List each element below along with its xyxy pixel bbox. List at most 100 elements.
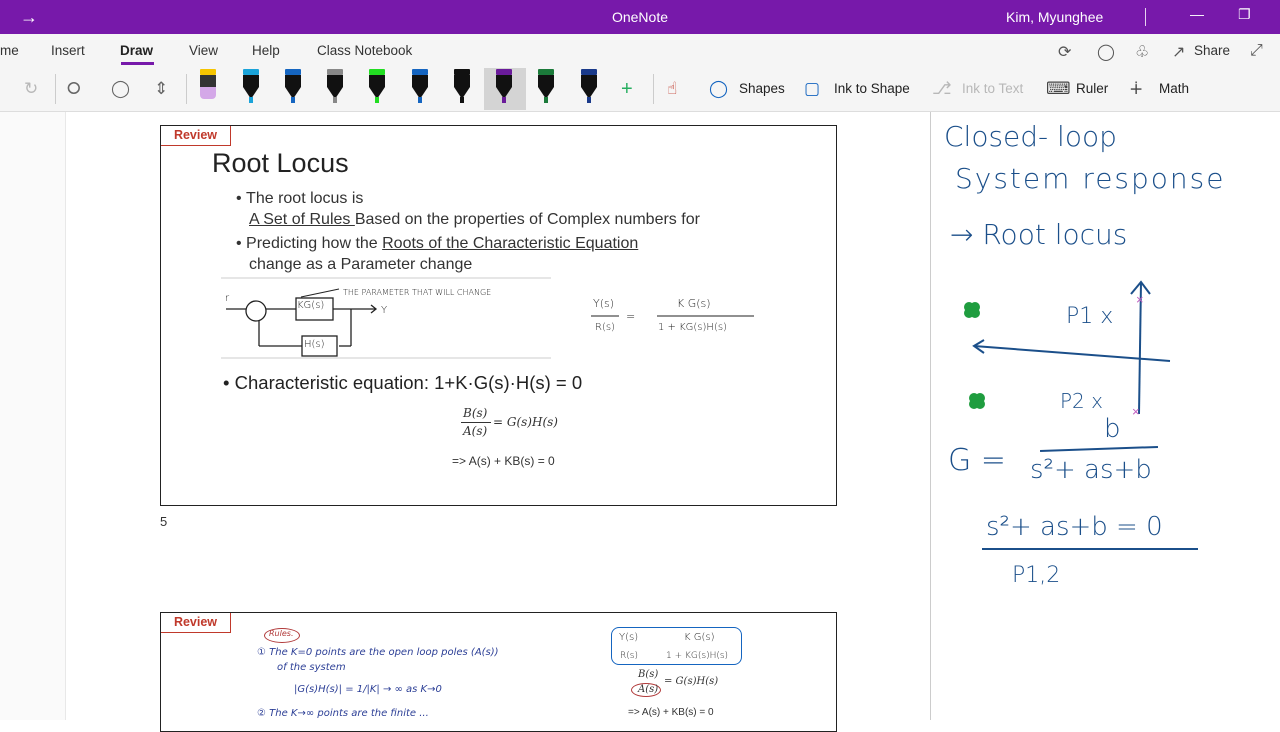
bullet-2: • Predicting how the Roots of the Charac… <box>236 235 638 253</box>
signal-r: r <box>225 293 230 304</box>
frac-rhs: = G(s)H(s) <box>493 415 558 429</box>
user-name[interactable]: Kim, Myunghee <box>1006 9 1103 25</box>
bullet-2-continuation: change as a Parameter change <box>249 256 473 273</box>
add-pen-icon[interactable]: + <box>621 78 633 101</box>
pen-blue-3-icon[interactable] <box>407 69 433 105</box>
bullet-1-rest: Based on the properties of Complex numbe… <box>354 211 700 228</box>
pole-marker-1 <box>964 302 980 318</box>
frac-denominator: A(s) <box>463 424 488 438</box>
slide-review-rules: Review Rules. ① The K=0 points are the o… <box>160 612 837 732</box>
pen-body <box>581 75 597 87</box>
tab-view[interactable]: View <box>189 43 218 58</box>
restore-icon[interactable]: ❐ <box>1238 6 1251 23</box>
arrow-equation: => A(s) + KB(s) = 0 <box>452 454 555 468</box>
tf-den-right: 1 + KG(s)H(s) <box>666 651 729 661</box>
frac-rhs: = G(s)H(s) <box>664 676 719 687</box>
ink-g-numerator: b <box>1104 414 1121 444</box>
pen-body <box>243 75 259 87</box>
toolbar-divider <box>55 74 56 104</box>
pen-body <box>327 75 343 87</box>
bullet-dot: • <box>236 190 247 207</box>
ink-poles-label: P1,2 <box>1012 563 1061 588</box>
toolbar-divider <box>186 74 187 104</box>
pen-green-icon[interactable] <box>533 69 559 105</box>
pole-marker-2 <box>969 393 985 409</box>
tf-num-right: K G(s) <box>684 632 715 643</box>
tab-class-notebook[interactable]: Class Notebook <box>317 43 412 58</box>
minimize-icon[interactable]: — <box>1190 6 1204 22</box>
titlebar-divider <box>1145 8 1146 26</box>
tf-fraction-bars <box>591 315 754 317</box>
parameter-note: THE PARAMETER THAT WILL CHANGE <box>343 288 492 297</box>
pen-body <box>285 75 301 87</box>
slide-title: Root Locus <box>212 148 349 178</box>
page-margin <box>0 112 66 720</box>
pen-nib <box>587 97 591 103</box>
pen-body <box>369 75 385 87</box>
review-tag: Review <box>161 613 231 633</box>
arrow-equation: => A(s) + KB(s) = 0 <box>628 707 714 718</box>
pen-body <box>200 75 216 87</box>
pen-black-icon[interactable] <box>449 69 475 105</box>
frac-bar <box>461 422 491 423</box>
ruler-label: Ruler <box>1076 81 1109 96</box>
highlighter-pen-icon[interactable] <box>195 69 221 105</box>
pen-nib <box>249 97 253 103</box>
bullet-dot: • <box>236 235 247 252</box>
pen-body <box>412 75 428 87</box>
tab-draw[interactable]: Draw <box>120 43 153 58</box>
tf-num-left: Y(s) <box>593 297 615 310</box>
pen-blue-2-icon[interactable] <box>280 69 306 105</box>
pen-green-bright-icon[interactable] <box>364 69 390 105</box>
share-icon[interactable]: ↗ <box>1172 42 1185 62</box>
ink-to-shape-label: Ink to Shape <box>834 81 910 96</box>
add-space-icon[interactable]: ⇕ <box>154 79 168 99</box>
tab-insert[interactable]: Insert <box>51 43 85 58</box>
math-label: Math <box>1159 81 1190 96</box>
share-button[interactable]: Share <box>1194 43 1230 58</box>
ink-closed-loop: Closed- loop <box>944 120 1117 153</box>
frac-numerator: B(s) <box>638 669 659 680</box>
ink-root-locus: → Root locus <box>950 218 1128 251</box>
touch-draw-icon[interactable]: ☝ <box>667 79 677 99</box>
ink-underline <box>982 548 1198 550</box>
rule-1: ① The K=0 points are the open loop poles… <box>257 647 499 658</box>
block-kg-label: KG(s) <box>297 300 325 311</box>
shapes-icon: ◯ <box>709 79 729 98</box>
lasso-select-icon[interactable]: ⭘ <box>67 79 81 99</box>
pen-nib <box>544 97 548 103</box>
pen-nib <box>460 97 464 103</box>
tab-help[interactable]: Help <box>252 43 280 58</box>
active-tab-indicator <box>121 62 154 65</box>
svg-text:×: × <box>1132 404 1140 419</box>
tf-num-right: K G(s) <box>677 297 711 310</box>
pen-nib <box>502 97 506 103</box>
tf-den-left: R(s) <box>620 651 638 661</box>
expand-icon[interactable]: ⤢ <box>1250 42 1263 60</box>
tab-home[interactable]: me <box>0 43 19 58</box>
pen-nib <box>333 97 337 103</box>
pen-navy-icon[interactable] <box>576 69 602 105</box>
pen-body <box>538 75 554 87</box>
tf-num-left: Y(s) <box>619 632 639 643</box>
lightbulb-icon[interactable]: ◯ <box>1097 42 1115 62</box>
shapes-label: Shapes <box>739 81 785 96</box>
tf-den-right: 1 + KG(s)H(s) <box>658 322 727 333</box>
pen-body <box>454 75 470 87</box>
pen-purple-icon[interactable] <box>491 69 517 105</box>
sync-icon[interactable]: ⟳ <box>1058 42 1071 62</box>
pen-gray-icon[interactable] <box>322 69 348 105</box>
rules-label: Rules. <box>269 629 294 638</box>
pen-nib <box>375 97 379 103</box>
ink-system-response: System response <box>955 162 1226 195</box>
ink-g-fraction-bar <box>1040 445 1158 453</box>
eraser-icon[interactable]: ◯ <box>111 79 130 99</box>
ink-g-denominator: s²+ as+b <box>1030 455 1152 485</box>
rule-1-line-3: |G(s)H(s)| = 1/|K| → ∞ as K→0 <box>294 684 442 695</box>
redo-icon[interactable]: ↻ <box>24 79 38 99</box>
pen-blue-1-icon[interactable] <box>238 69 264 105</box>
slide-root-locus: Review Root Locus • The root locus is A … <box>160 125 837 506</box>
canvas-divider <box>930 112 931 720</box>
bell-icon[interactable]: ♧ <box>1135 42 1149 62</box>
pen-nib <box>200 87 216 99</box>
